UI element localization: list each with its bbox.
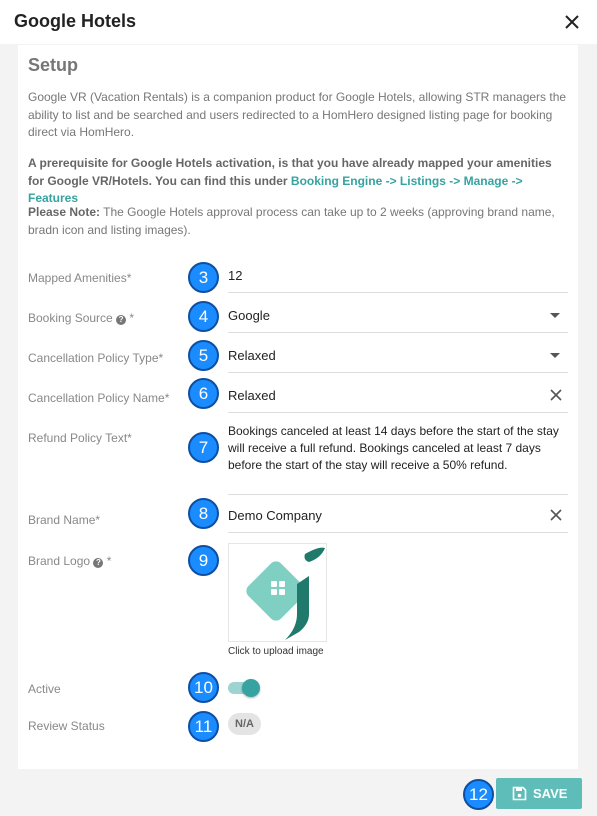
- callout-badge: 6: [188, 378, 219, 409]
- callout-badge: 12: [463, 779, 494, 810]
- chevron-down-icon[interactable]: [550, 313, 560, 318]
- booking-source-required-mark: *: [129, 311, 135, 325]
- brand-name-value: Demo Company: [228, 508, 322, 523]
- question-circle-icon[interactable]: ?: [116, 315, 127, 325]
- toggle-knob: [242, 679, 260, 697]
- question-circle-icon[interactable]: ?: [93, 558, 104, 568]
- callout-badge: 9: [188, 545, 219, 576]
- booking-source-select[interactable]: Google: [228, 297, 568, 333]
- cancellation-policy-type-value: Relaxed: [228, 348, 276, 363]
- callout-badge: 3: [188, 262, 219, 293]
- cancellation-policy-name-field[interactable]: Relaxed: [228, 377, 568, 413]
- cancellation-policy-type-label: Cancellation Policy Type*: [28, 351, 164, 365]
- booking-source-label: Booking Source ? *: [28, 311, 134, 325]
- callout-badge: 5: [188, 340, 219, 371]
- brand-logo-image: [246, 547, 325, 640]
- review-status-badge: N/A: [228, 713, 261, 735]
- upload-hint: Click to upload image: [228, 646, 324, 657]
- cancellation-policy-name-value: Relaxed: [228, 388, 276, 403]
- booking-source-label-text: Booking Source: [28, 311, 113, 325]
- cancellation-policy-type-select[interactable]: Relaxed: [228, 337, 568, 373]
- active-toggle[interactable]: [228, 679, 260, 697]
- brand-name-label: Brand Name*: [28, 513, 101, 527]
- note-message: The Google Hotels approval process can t…: [28, 205, 555, 237]
- brand-logo-label: Brand Logo ? *: [28, 554, 111, 568]
- note-label: Please Note:: [28, 205, 101, 219]
- chevron-down-icon[interactable]: [550, 353, 560, 358]
- section-title: Setup: [28, 55, 79, 75]
- intro-text: Google VR (Vacation Rentals) is a compan…: [28, 90, 567, 139]
- save-button[interactable]: SAVE: [496, 778, 582, 809]
- mapped-amenities-value: 12: [228, 268, 243, 283]
- save-label: SAVE: [533, 786, 568, 801]
- clear-icon[interactable]: [549, 388, 563, 402]
- floppy-disk-icon: [512, 786, 527, 801]
- setup-card: Setup Google VR (Vacation Rentals) is a …: [18, 45, 578, 769]
- clear-icon[interactable]: [549, 508, 563, 522]
- cancellation-policy-name-label: Cancellation Policy Name*: [28, 391, 170, 405]
- callout-badge: 7: [188, 432, 219, 463]
- callout-badge: 4: [188, 301, 219, 332]
- callout-badge: 10: [188, 672, 219, 703]
- brand-logo-required-mark: *: [106, 554, 112, 568]
- brand-name-field[interactable]: Demo Company: [228, 497, 568, 533]
- note-text: Please Note: The Google Hotels approval …: [28, 204, 568, 239]
- prerequisite-text: A prerequisite for Google Hotels activat…: [28, 155, 568, 208]
- dialog-header: Google Hotels: [0, 0, 597, 44]
- dialog-title: Google Hotels: [14, 11, 137, 31]
- google-hotels-dialog: Google Hotels Setup Google VR (Vacation …: [0, 0, 597, 816]
- mapped-amenities-field[interactable]: 12: [228, 257, 568, 293]
- close-button[interactable]: [562, 12, 582, 32]
- refund-policy-label: Refund Policy Text*: [28, 431, 132, 445]
- mapped-amenities-label: Mapped Amenities*: [28, 271, 132, 285]
- brand-logo-label-text: Brand Logo: [28, 554, 91, 568]
- booking-source-value: Google: [228, 308, 270, 323]
- callout-badge: 8: [188, 498, 219, 529]
- review-status-label: Review Status: [28, 719, 105, 733]
- close-icon: [565, 15, 579, 29]
- active-label: Active: [28, 682, 61, 696]
- brand-logo-upload[interactable]: [228, 543, 327, 642]
- refund-policy-textarea[interactable]: Bookings canceled at least 14 days befor…: [228, 423, 568, 495]
- callout-badge: 11: [188, 711, 219, 742]
